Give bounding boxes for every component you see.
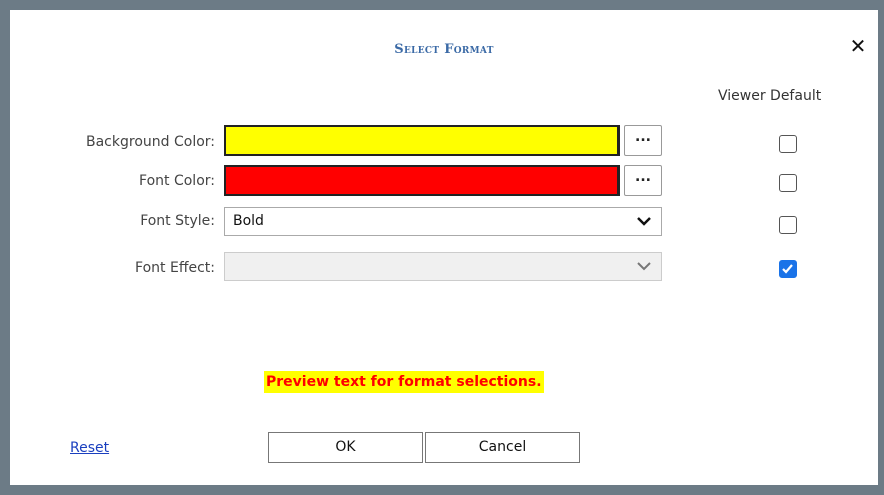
close-icon[interactable]: ✕ (846, 34, 870, 58)
font-effect-label: Font Effect: (135, 260, 215, 276)
font-color-label: Font Color: (139, 173, 215, 189)
background-color-swatch[interactable] (224, 125, 620, 156)
font-style-select[interactable]: Bold (224, 207, 662, 236)
cancel-button[interactable]: Cancel (425, 432, 580, 463)
font-style-value: Bold (233, 213, 264, 229)
font-style-viewer-default-checkbox[interactable] (779, 216, 797, 234)
background-color-viewer-default-checkbox[interactable] (779, 135, 797, 153)
dialog-title: Select Format (394, 42, 494, 57)
font-style-label: Font Style: (140, 213, 215, 229)
viewer-default-header: Viewer Default (718, 88, 822, 104)
checkmark-icon (782, 264, 793, 274)
chevron-down-icon (637, 253, 651, 290)
background-color-picker-button[interactable]: ... (624, 125, 662, 156)
font-color-picker-button[interactable]: ... (624, 165, 662, 196)
select-format-dialog: Select Format ✕ Viewer Default Backgroun… (10, 10, 878, 485)
reset-link[interactable]: Reset (70, 440, 109, 456)
background-color-label: Background Color: (86, 134, 215, 150)
font-color-swatch[interactable] (224, 165, 620, 196)
font-color-viewer-default-checkbox[interactable] (779, 174, 797, 192)
font-effect-viewer-default-checkbox[interactable] (779, 260, 797, 278)
chevron-down-icon (637, 208, 651, 245)
format-preview-text: Preview text for format selections. (264, 371, 544, 393)
ok-button[interactable]: OK (268, 432, 423, 463)
font-effect-select[interactable] (224, 252, 662, 281)
